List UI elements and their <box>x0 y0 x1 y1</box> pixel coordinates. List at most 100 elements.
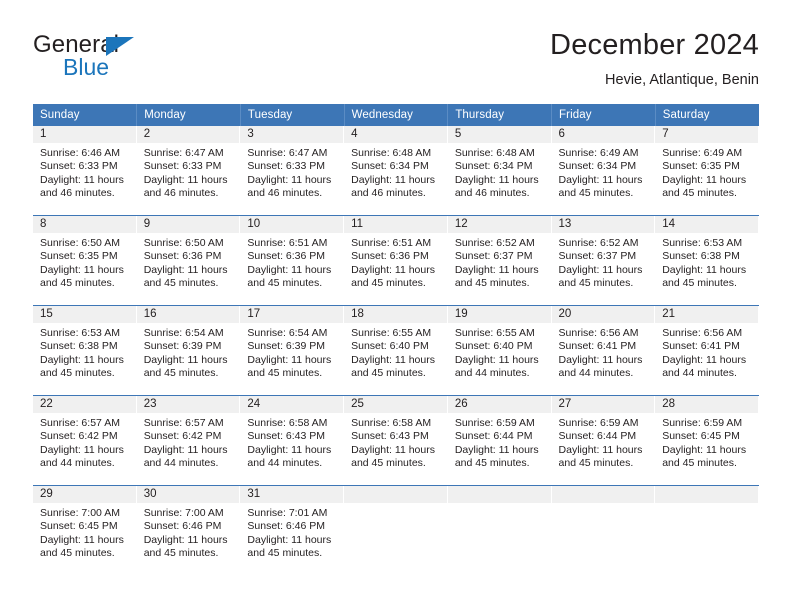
day-details: Sunrise: 6:56 AM Sunset: 6:41 PM Dayligh… <box>552 323 656 381</box>
sunrise-text: Sunrise: 6:56 AM <box>662 327 743 339</box>
day-number: 1 <box>33 126 137 143</box>
sunset-text: Sunset: 6:45 PM <box>40 520 118 533</box>
day-details: Sunrise: 6:59 AM Sunset: 6:45 PM Dayligh… <box>655 413 759 471</box>
sunrise-text: Sunrise: 6:48 AM <box>454 147 535 159</box>
calendar-day-cell[interactable]: 24 Sunrise: 6:58 AM Sunset: 6:43 PM Dayl… <box>240 395 345 486</box>
calendar-day-cell[interactable]: 10 Sunrise: 6:51 AM Sunset: 6:36 PM Dayl… <box>240 215 345 306</box>
daylight-line-2: and 45 minutes. <box>40 277 115 290</box>
day-details: Sunrise: 6:50 AM Sunset: 6:36 PM Dayligh… <box>137 233 241 291</box>
calendar-day-cell[interactable]: 11 Sunrise: 6:51 AM Sunset: 6:36 PM Dayl… <box>344 215 448 306</box>
calendar-day-cell-empty <box>551 485 656 575</box>
sunset-text: Sunset: 6:40 PM <box>454 340 533 353</box>
calendar-day-cell[interactable]: 1 Sunrise: 6:46 AM Sunset: 6:33 PM Dayli… <box>33 126 137 216</box>
daylight-line-1: Daylight: 11 hours <box>351 173 435 186</box>
calendar-day-cell[interactable]: 28 Sunrise: 6:59 AM Sunset: 6:45 PM Dayl… <box>655 395 759 486</box>
day-number: 16 <box>136 306 241 323</box>
sunrise-text: Sunrise: 7:00 AM <box>40 507 120 519</box>
calendar-day-cell[interactable]: 19 Sunrise: 6:55 AM Sunset: 6:40 PM Dayl… <box>447 305 552 396</box>
daylight-line-1: Daylight: 11 hours <box>40 443 124 456</box>
sunset-text: Sunset: 6:33 PM <box>40 160 118 173</box>
daylight-line-1: Daylight: 11 hours <box>40 173 124 186</box>
sunset-text: Sunset: 6:45 PM <box>662 430 740 443</box>
calendar-day-cell[interactable]: 16 Sunrise: 6:54 AM Sunset: 6:39 PM Dayl… <box>136 305 241 396</box>
daylight-line-1: Daylight: 11 hours <box>558 173 643 186</box>
sunset-text: Sunset: 6:38 PM <box>662 250 740 263</box>
calendar-grid: Sunday Monday Tuesday Wednesday Thursday… <box>33 104 759 575</box>
calendar-day-cell[interactable]: 12 Sunrise: 6:52 AM Sunset: 6:37 PM Dayl… <box>447 215 552 306</box>
daylight-line-1: Daylight: 11 hours <box>40 353 124 366</box>
sunrise-text: Sunrise: 6:55 AM <box>454 327 535 339</box>
calendar-day-cell[interactable]: 13 Sunrise: 6:52 AM Sunset: 6:37 PM Dayl… <box>551 215 656 306</box>
calendar-day-cell[interactable]: 7 Sunrise: 6:49 AM Sunset: 6:35 PM Dayli… <box>655 126 759 216</box>
calendar-day-cell[interactable]: 20 Sunrise: 6:56 AM Sunset: 6:41 PM Dayl… <box>551 305 656 396</box>
daylight-line-2: and 45 minutes. <box>662 457 737 470</box>
sunrise-text: Sunrise: 7:00 AM <box>143 507 224 519</box>
day-details <box>655 503 759 507</box>
sunrise-text: Sunrise: 6:47 AM <box>143 147 224 159</box>
daylight-line-1: Daylight: 11 hours <box>40 263 124 276</box>
day-number: 11 <box>344 216 448 233</box>
daylight-line-1: Daylight: 11 hours <box>143 353 228 366</box>
calendar-day-cell[interactable]: 2 Sunrise: 6:47 AM Sunset: 6:33 PM Dayli… <box>136 126 241 216</box>
daylight-line-2: and 45 minutes. <box>558 277 634 290</box>
sunset-text: Sunset: 6:38 PM <box>40 340 118 353</box>
calendar-day-cell[interactable]: 3 Sunrise: 6:47 AM Sunset: 6:33 PM Dayli… <box>240 126 345 216</box>
day-number: 9 <box>136 216 241 233</box>
calendar-day-cell[interactable]: 6 Sunrise: 6:49 AM Sunset: 6:34 PM Dayli… <box>551 126 656 216</box>
day-details: Sunrise: 6:57 AM Sunset: 6:42 PM Dayligh… <box>137 413 241 471</box>
day-number: 26 <box>447 396 552 413</box>
sunset-text: Sunset: 6:40 PM <box>351 340 429 353</box>
calendar-day-cell[interactable]: 8 Sunrise: 6:50 AM Sunset: 6:35 PM Dayli… <box>33 215 137 306</box>
sunrise-text: Sunrise: 6:53 AM <box>40 327 120 339</box>
day-number: 7 <box>655 126 759 143</box>
calendar-table: Sunday Monday Tuesday Wednesday Thursday… <box>33 104 759 575</box>
calendar-day-cell[interactable]: 5 Sunrise: 6:48 AM Sunset: 6:34 PM Dayli… <box>447 126 552 216</box>
daylight-line-1: Daylight: 11 hours <box>558 353 643 366</box>
day-details: Sunrise: 6:49 AM Sunset: 6:34 PM Dayligh… <box>552 143 656 201</box>
day-details: Sunrise: 6:53 AM Sunset: 6:38 PM Dayligh… <box>33 323 137 381</box>
calendar-day-cell[interactable]: 4 Sunrise: 6:48 AM Sunset: 6:34 PM Dayli… <box>344 126 448 216</box>
calendar-day-cell[interactable]: 14 Sunrise: 6:53 AM Sunset: 6:38 PM Dayl… <box>655 215 759 306</box>
day-details <box>552 503 656 507</box>
day-number: 21 <box>655 306 759 323</box>
calendar-day-cell[interactable]: 30 Sunrise: 7:00 AM Sunset: 6:46 PM Dayl… <box>136 485 241 575</box>
daylight-line-1: Daylight: 11 hours <box>247 353 332 366</box>
calendar-day-cell[interactable]: 18 Sunrise: 6:55 AM Sunset: 6:40 PM Dayl… <box>344 305 448 396</box>
daylight-line-1: Daylight: 11 hours <box>454 263 539 276</box>
calendar-day-cell[interactable]: 15 Sunrise: 6:53 AM Sunset: 6:38 PM Dayl… <box>33 305 137 396</box>
daylight-line-1: Daylight: 11 hours <box>454 353 539 366</box>
daylight-line-1: Daylight: 11 hours <box>247 443 332 456</box>
sunset-text: Sunset: 6:36 PM <box>143 250 222 263</box>
daylight-line-1: Daylight: 11 hours <box>558 443 643 456</box>
sunset-text: Sunset: 6:46 PM <box>143 520 222 533</box>
calendar-day-cell[interactable]: 25 Sunrise: 6:58 AM Sunset: 6:43 PM Dayl… <box>344 395 448 486</box>
day-number: 22 <box>33 396 137 413</box>
sunset-text: Sunset: 6:35 PM <box>662 160 740 173</box>
calendar-day-cell[interactable]: 17 Sunrise: 6:54 AM Sunset: 6:39 PM Dayl… <box>240 305 345 396</box>
calendar-day-cell[interactable]: 23 Sunrise: 6:57 AM Sunset: 6:42 PM Dayl… <box>136 395 241 486</box>
general-blue-logo[interactable]: General Blue <box>33 32 223 88</box>
calendar-day-cell[interactable]: 27 Sunrise: 6:59 AM Sunset: 6:44 PM Dayl… <box>551 395 656 486</box>
calendar-day-cell[interactable]: 22 Sunrise: 6:57 AM Sunset: 6:42 PM Dayl… <box>33 395 137 486</box>
calendar-day-cell[interactable]: 29 Sunrise: 7:00 AM Sunset: 6:45 PM Dayl… <box>33 485 137 575</box>
day-details: Sunrise: 6:57 AM Sunset: 6:42 PM Dayligh… <box>33 413 137 471</box>
sunrise-text: Sunrise: 6:54 AM <box>247 327 328 339</box>
daylight-line-2: and 45 minutes. <box>454 277 530 290</box>
daylight-line-1: Daylight: 11 hours <box>351 353 435 366</box>
calendar-day-cell[interactable]: 9 Sunrise: 6:50 AM Sunset: 6:36 PM Dayli… <box>136 215 241 306</box>
sunset-text: Sunset: 6:44 PM <box>558 430 637 443</box>
sunset-text: Sunset: 6:33 PM <box>247 160 326 173</box>
day-number: 6 <box>551 126 656 143</box>
calendar-day-cell[interactable]: 26 Sunrise: 6:59 AM Sunset: 6:44 PM Dayl… <box>447 395 552 486</box>
sunrise-text: Sunrise: 6:51 AM <box>351 237 432 249</box>
day-number: 10 <box>240 216 345 233</box>
day-number: 31 <box>240 486 345 503</box>
daylight-line-2: and 45 minutes. <box>662 277 737 290</box>
calendar-day-cell[interactable]: 21 Sunrise: 6:56 AM Sunset: 6:41 PM Dayl… <box>655 305 759 396</box>
sunset-text: Sunset: 6:37 PM <box>558 250 637 263</box>
day-number <box>344 486 448 503</box>
day-details: Sunrise: 6:53 AM Sunset: 6:38 PM Dayligh… <box>655 233 759 291</box>
calendar-day-cell-empty <box>447 485 552 575</box>
calendar-day-cell[interactable]: 31 Sunrise: 7:01 AM Sunset: 6:46 PM Dayl… <box>240 485 345 575</box>
day-number: 8 <box>33 216 137 233</box>
